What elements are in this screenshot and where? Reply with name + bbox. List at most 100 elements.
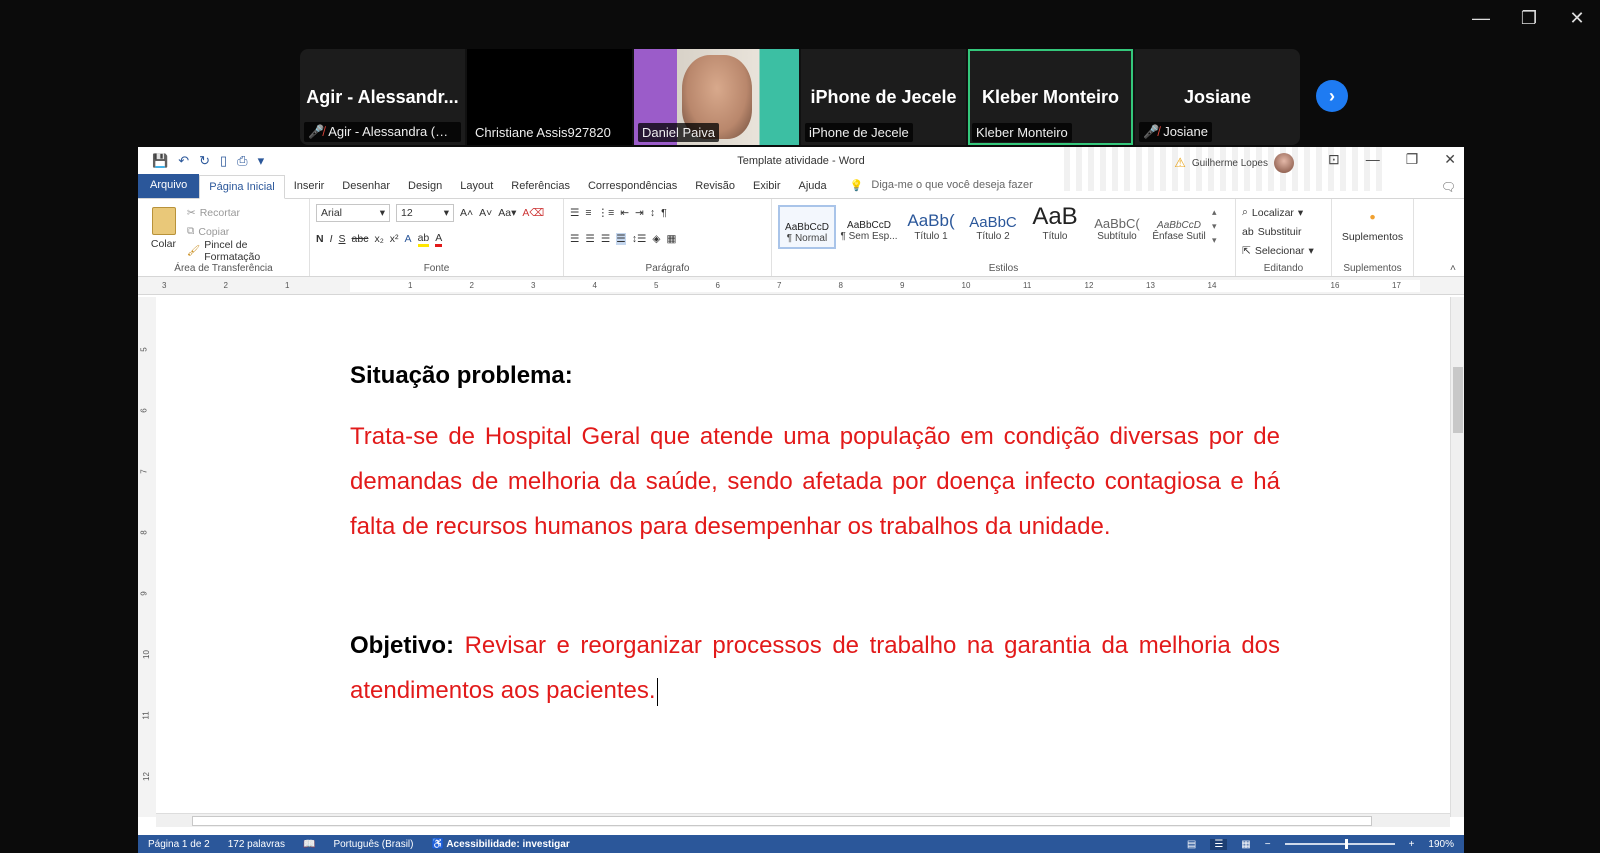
styles-scroll[interactable]: ▴ ▾ ▾ (1212, 205, 1217, 249)
style-title[interactable]: AaB Título (1026, 205, 1084, 249)
shading-icon[interactable]: ◈ (652, 233, 660, 245)
close-button[interactable]: ✕ (1444, 151, 1456, 168)
tab-design[interactable]: Design (399, 180, 451, 198)
print-layout-icon[interactable]: ☰ (1210, 838, 1228, 850)
restore-button[interactable]: ❐ (1516, 8, 1542, 29)
align-left-icon[interactable]: ☰ (570, 233, 579, 245)
zoom-slider[interactable] (1284, 839, 1395, 849)
vertical-scrollbar[interactable] (1450, 297, 1464, 817)
style-no-spacing[interactable]: AaBbCcD ¶ Sem Esp... (840, 205, 898, 249)
vertical-ruler[interactable]: 5 6 7 8 9 10 11 12 (138, 297, 156, 817)
warning-icon[interactable]: ⚠ (1174, 155, 1186, 171)
numbering-icon[interactable]: ≡ (585, 207, 591, 219)
style-heading-1[interactable]: AaBb(Título 1 (902, 205, 960, 249)
minimize-button[interactable]: — (1366, 151, 1380, 168)
tab-home[interactable]: Página Inicial (199, 175, 285, 199)
borders-icon[interactable]: ▦ (666, 233, 676, 245)
underline-icon[interactable]: S (339, 233, 346, 245)
justify-icon[interactable]: ☰ (616, 233, 626, 245)
language[interactable]: Português (Brasil) (333, 839, 413, 850)
decrease-indent-icon[interactable]: ⇤ (620, 207, 629, 219)
zoom-level[interactable]: 190% (1428, 839, 1454, 850)
style-heading-2[interactable]: AaBbC Título 2 (964, 205, 1022, 249)
participant-tile[interactable]: Agir - Alessandr... 🎤̸ Agir - Alessandra … (300, 49, 465, 145)
align-right-icon[interactable]: ☰ (601, 233, 610, 245)
tab-review[interactable]: Revisão (686, 180, 744, 198)
scroll-thumb[interactable] (1453, 367, 1463, 433)
change-case-icon[interactable]: Aa▾ (498, 207, 516, 219)
style-subtle-emphasis[interactable]: AaBbCcD Ênfase Sutil (1150, 205, 1208, 249)
collapse-ribbon-icon[interactable]: ˄ (1450, 262, 1456, 274)
accessibility-status[interactable]: ♿ Acessibilidade: investigar (431, 839, 569, 850)
participant-video-tile[interactable]: Daniel Paiva (634, 49, 799, 145)
undo-icon[interactable]: ↶ (178, 153, 189, 169)
participant-tile-active-speaker[interactable]: Kleber Monteiro Kleber Monteiro (968, 49, 1133, 145)
next-participants-button[interactable]: › (1316, 80, 1348, 112)
participant-tile[interactable]: iPhone de Jecele iPhone de Jecele (801, 49, 966, 145)
comments-icon[interactable]: 🗨 (1441, 180, 1456, 194)
pilcrow-icon[interactable]: ¶ (661, 207, 667, 219)
superscript-icon[interactable]: x² (390, 233, 399, 245)
tab-references[interactable]: Referências (502, 180, 579, 198)
avatar[interactable] (1274, 153, 1294, 173)
tab-mailings[interactable]: Correspondências (579, 180, 686, 198)
document-area[interactable]: 5 6 7 8 9 10 11 12 Situação problema: Trata-se … (138, 297, 1464, 827)
font-size-select[interactable]: 12 ▾ (396, 204, 454, 222)
style-normal[interactable]: AaBbCcD ¶ Normal (778, 205, 836, 249)
tab-layout[interactable]: Layout (451, 180, 502, 198)
minimize-button[interactable]: — (1468, 8, 1494, 29)
tab-view[interactable]: Exibir (744, 180, 790, 198)
ribbon-display-icon[interactable]: ⊡ (1328, 151, 1340, 168)
sort-icon[interactable]: ↕ (650, 207, 655, 219)
bullets-icon[interactable]: ☰ (570, 207, 579, 219)
word-count[interactable]: 172 palavras (228, 839, 285, 850)
line-spacing-icon[interactable]: ↕☰ (632, 233, 647, 245)
multilevel-list-icon[interactable]: ⋮≡ (598, 207, 615, 219)
horizontal-scrollbar[interactable] (156, 813, 1450, 827)
format-painter-button[interactable]: 🖌 Pincel de Formatação (187, 239, 303, 263)
tab-insert[interactable]: Inserir (285, 180, 334, 198)
proofing-icon[interactable]: 📖 (303, 839, 315, 850)
increase-indent-icon[interactable]: ⇥ (635, 207, 644, 219)
find-button[interactable]: ⌕ Localizar ▾ (1242, 203, 1325, 222)
cut-button[interactable]: ✂ Recortar (187, 203, 303, 222)
addins-button[interactable]: ● Suplementos (1338, 203, 1407, 243)
align-center-icon[interactable]: ☰ (585, 233, 594, 245)
strikethrough-icon[interactable]: abc (352, 233, 369, 245)
zoom-out-icon[interactable]: − (1265, 839, 1271, 850)
italic-icon[interactable]: I (330, 233, 333, 245)
tab-help[interactable]: Ajuda (790, 180, 836, 198)
participant-tile[interactable]: Christiane Assis927820 (467, 49, 632, 145)
redo-icon[interactable]: ↻ (199, 153, 210, 169)
account-area[interactable]: ⚠ Guilherme Lopes (1174, 153, 1294, 173)
bold-icon[interactable]: N (316, 233, 324, 245)
scroll-thumb[interactable] (192, 816, 1372, 826)
print-preview-icon[interactable]: ⎙ (237, 153, 247, 169)
customize-toolbar-icon[interactable]: ▾ (258, 153, 265, 169)
font-name-select[interactable]: Arial ▾ (316, 204, 390, 222)
tab-draw[interactable]: Desenhar (333, 180, 399, 198)
participant-tile[interactable]: Josiane 🎤̸ Josiane (1135, 49, 1300, 145)
horizontal-ruler[interactable]: 3 2 1 1 2 3 4 5 6 7 8 9 10 11 12 13 14 16 17 (138, 277, 1464, 295)
read-mode-icon[interactable]: ▤ (1187, 839, 1196, 850)
close-button[interactable]: ✕ (1564, 8, 1590, 29)
page-count[interactable]: Página 1 de 2 (148, 839, 210, 850)
select-button[interactable]: ⇱ Selecionar ▾ (1242, 241, 1325, 260)
clear-formatting-icon[interactable]: A⌫ (522, 207, 544, 219)
grow-font-icon[interactable]: A˄ (460, 207, 473, 219)
new-document-icon[interactable]: ▯ (220, 153, 227, 169)
highlight-icon[interactable]: ab (417, 232, 430, 247)
text-effects-icon[interactable]: A (405, 233, 412, 245)
zoom-in-icon[interactable]: + (1409, 839, 1415, 850)
font-color-icon[interactable]: A (435, 232, 443, 247)
style-subtitle[interactable]: AaBbC(Subtítulo (1088, 205, 1146, 249)
subscript-icon[interactable]: x₂ (374, 233, 383, 245)
save-icon[interactable]: 💾 (152, 153, 168, 169)
restore-button[interactable]: ❐ (1406, 151, 1419, 168)
tab-file[interactable]: Arquivo (138, 174, 200, 198)
shrink-font-icon[interactable]: A˅ (479, 207, 492, 219)
tell-me-box[interactable]: 💡 Diga-me o que você deseja fazer (836, 179, 1033, 198)
replace-button[interactable]: ab Substituir (1242, 222, 1325, 241)
document-page[interactable]: Situação problema: Trata-se de Hospital … (350, 297, 1280, 713)
paste-button[interactable]: Colar (144, 203, 183, 260)
